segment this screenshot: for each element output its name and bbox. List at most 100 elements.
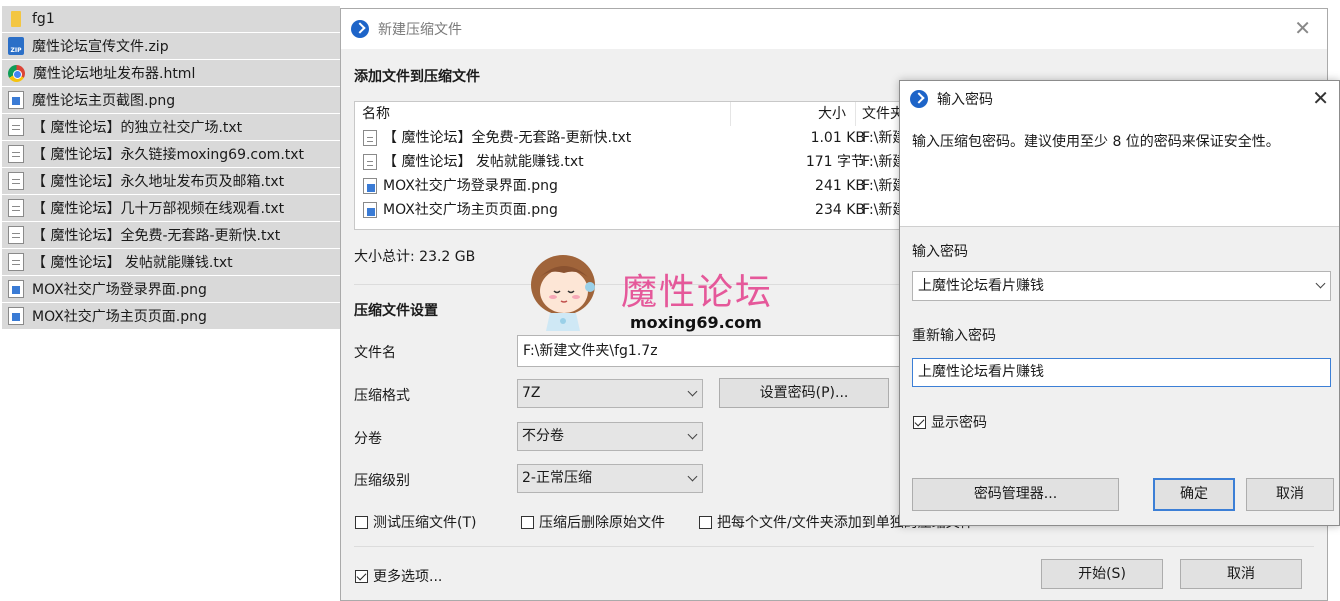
col-divider[interactable] bbox=[855, 102, 856, 126]
ok-button[interactable]: 确定 bbox=[1153, 478, 1235, 511]
reenter-password-label: 重新输入密码 bbox=[912, 328, 996, 344]
file-list-item[interactable]: 【 魔性论坛】的独立社交广场.txt bbox=[2, 114, 340, 140]
file-name: fg1 bbox=[32, 11, 55, 27]
filename-input[interactable]: F:\新建文件夹\fg1.7z bbox=[517, 335, 907, 367]
file-list-item[interactable]: 【 魔性论坛】全免费-无套路-更新快.txt bbox=[2, 222, 340, 248]
file-list-item[interactable]: fg1 bbox=[2, 6, 340, 32]
file-list-item[interactable]: 魔性论坛主页截图.png bbox=[2, 87, 340, 113]
level-label: 压缩级别 bbox=[354, 473, 410, 489]
file-name: 魔性论坛地址发布器.html bbox=[33, 66, 196, 82]
password-description: 输入压缩包密码。建议使用至少 8 位的密码来保证安全性。 bbox=[912, 134, 1280, 150]
image-file-icon bbox=[8, 91, 24, 109]
app-logo-icon bbox=[910, 90, 928, 108]
folder-icon bbox=[11, 11, 21, 27]
chevron-down-icon[interactable] bbox=[1315, 278, 1326, 289]
chevron-down-icon bbox=[687, 429, 698, 440]
file-name: 【 魔性论坛】全免费-无套路-更新快.txt bbox=[32, 228, 281, 244]
checkbox-checked-icon[interactable] bbox=[355, 569, 368, 583]
checkbox-icon[interactable] bbox=[355, 515, 368, 529]
show-password-label: 显示密码 bbox=[931, 415, 987, 431]
file-list-item[interactable]: 【 魔性论坛】几十万部视频在线观看.txt bbox=[2, 195, 340, 221]
files-table[interactable]: 名称 大小 文件夹 【 魔性论坛】全免费-无套路-更新快.txt 1.01 KB F… bbox=[354, 101, 916, 230]
text-file-icon bbox=[363, 154, 377, 170]
delete-after-label: 压缩后删除原始文件 bbox=[539, 515, 665, 531]
password-titlebar: 输入密码 ✕ bbox=[900, 81, 1339, 117]
text-file-icon bbox=[8, 118, 24, 136]
checkbox-icon[interactable] bbox=[521, 515, 534, 529]
dialog-title: 新建压缩文件 bbox=[378, 22, 462, 38]
test-archive-label: 测试压缩文件(T) bbox=[373, 515, 477, 531]
start-button[interactable]: 开始(S) bbox=[1041, 559, 1163, 589]
dialog-titlebar: 新建压缩文件 ✕ bbox=[341, 9, 1327, 49]
close-icon[interactable]: ✕ bbox=[1312, 88, 1329, 108]
level-value: 2-正常压缩 bbox=[522, 470, 592, 486]
file-name: 【 魔性论坛】 发帖就能赚钱.txt bbox=[32, 255, 233, 271]
col-header-name[interactable]: 名称 bbox=[362, 102, 390, 126]
text-file-icon bbox=[8, 199, 24, 217]
format-label: 压缩格式 bbox=[354, 388, 410, 404]
test-archive-checkbox[interactable]: 测试压缩文件(T) bbox=[355, 512, 476, 532]
divider bbox=[354, 546, 1314, 547]
filename-label: 文件名 bbox=[354, 345, 396, 361]
enter-password-combo[interactable]: 上魔性论坛看片赚钱 bbox=[912, 271, 1331, 301]
file-list-item[interactable]: 魔性论坛宣传文件.zip bbox=[2, 33, 340, 59]
cancel-button[interactable]: 取消 bbox=[1180, 559, 1302, 589]
text-file-icon bbox=[8, 226, 24, 244]
password-manager-button[interactable]: 密码管理器... bbox=[912, 478, 1119, 511]
table-row[interactable]: MOX社交广场登录界面.png 241 KB F:\新建 bbox=[355, 174, 915, 198]
chrome-icon bbox=[8, 64, 25, 82]
text-file-icon bbox=[8, 253, 24, 271]
password-dialog: 输入密码 ✕ 输入压缩包密码。建议使用至少 8 位的密码来保证安全性。 输入密码… bbox=[899, 80, 1340, 526]
enter-password-label: 输入密码 bbox=[912, 244, 968, 260]
password-cancel-button[interactable]: 取消 bbox=[1246, 478, 1334, 511]
checkbox-icon[interactable] bbox=[699, 515, 712, 529]
file-name: 【 魔性论坛】永久地址发布页及邮箱.txt bbox=[32, 174, 285, 190]
file-list-item[interactable]: 【 魔性论坛】永久地址发布页及邮箱.txt bbox=[2, 168, 340, 194]
divider bbox=[900, 226, 1339, 227]
file-list-item[interactable]: 【 魔性论坛】 发帖就能赚钱.txt bbox=[2, 249, 340, 275]
col-header-size[interactable]: 大小 bbox=[818, 102, 846, 126]
table-row[interactable]: 【 魔性论坛】全免费-无套路-更新快.txt 1.01 KB F:\新建 bbox=[355, 126, 915, 150]
delete-after-checkbox[interactable]: 压缩后删除原始文件 bbox=[521, 512, 665, 532]
col-header-path[interactable]: 文件夹 bbox=[862, 102, 904, 126]
file-list-item[interactable]: MOX社交广场登录界面.png bbox=[2, 276, 340, 302]
text-file-icon bbox=[8, 172, 24, 190]
zip-file-icon bbox=[8, 37, 24, 55]
cell-size: 171 字节 bbox=[805, 154, 865, 170]
cell-name: MOX社交广场主页页面.png bbox=[383, 202, 558, 218]
mascot-girl-icon bbox=[531, 255, 595, 331]
more-options-label: 更多选项... bbox=[373, 569, 443, 585]
split-select[interactable]: 不分卷 bbox=[517, 422, 703, 451]
close-icon[interactable]: ✕ bbox=[1294, 18, 1311, 38]
table-row[interactable]: 【 魔性论坛】 发帖就能赚钱.txt 171 字节 F:\新建 bbox=[355, 150, 915, 174]
format-value: 7Z bbox=[522, 385, 541, 401]
file-name: 【 魔性论坛】的独立社交广场.txt bbox=[32, 120, 243, 136]
file-name: 【 魔性论坛】几十万部视频在线观看.txt bbox=[32, 201, 285, 217]
cell-size: 234 KB bbox=[815, 202, 865, 218]
cell-name: 【 魔性论坛】 发帖就能赚钱.txt bbox=[383, 154, 584, 170]
table-row[interactable]: MOX社交广场主页页面.png 234 KB F:\新建 bbox=[355, 198, 915, 222]
cell-name: 【 魔性论坛】全免费-无套路-更新快.txt bbox=[383, 130, 632, 146]
more-options-checkbox[interactable]: 更多选项... bbox=[355, 566, 442, 586]
set-password-button[interactable]: 设置密码(P)... bbox=[719, 378, 889, 408]
chevron-down-icon bbox=[687, 471, 698, 482]
password-description-panel: 输入压缩包密码。建议使用至少 8 位的密码来保证安全性。 bbox=[900, 117, 1339, 227]
file-list-item[interactable]: MOX社交广场主页页面.png bbox=[2, 303, 340, 329]
image-file-icon bbox=[8, 280, 24, 298]
file-list-item[interactable]: 【 魔性论坛】永久链接moxing69.com.txt bbox=[2, 141, 340, 167]
show-password-checkbox[interactable]: 显示密码 bbox=[913, 412, 987, 432]
col-divider[interactable] bbox=[730, 102, 731, 126]
image-file-icon bbox=[8, 307, 24, 325]
checkbox-checked-icon[interactable] bbox=[913, 415, 926, 429]
level-select[interactable]: 2-正常压缩 bbox=[517, 464, 703, 493]
format-select[interactable]: 7Z bbox=[517, 379, 703, 408]
cell-size: 1.01 KB bbox=[810, 130, 865, 146]
file-list-item[interactable]: 魔性论坛地址发布器.html bbox=[2, 60, 340, 86]
add-files-heading: 添加文件到压缩文件 bbox=[354, 69, 480, 85]
reenter-password-input[interactable]: 上魔性论坛看片赚钱 bbox=[912, 358, 1331, 387]
file-name: MOX社交广场登录界面.png bbox=[32, 282, 207, 298]
enter-password-value: 上魔性论坛看片赚钱 bbox=[918, 278, 1044, 294]
file-name: 【 魔性论坛】永久链接moxing69.com.txt bbox=[32, 147, 305, 163]
watermark-title: 魔性论坛 bbox=[621, 272, 774, 313]
image-file-icon bbox=[363, 178, 377, 194]
